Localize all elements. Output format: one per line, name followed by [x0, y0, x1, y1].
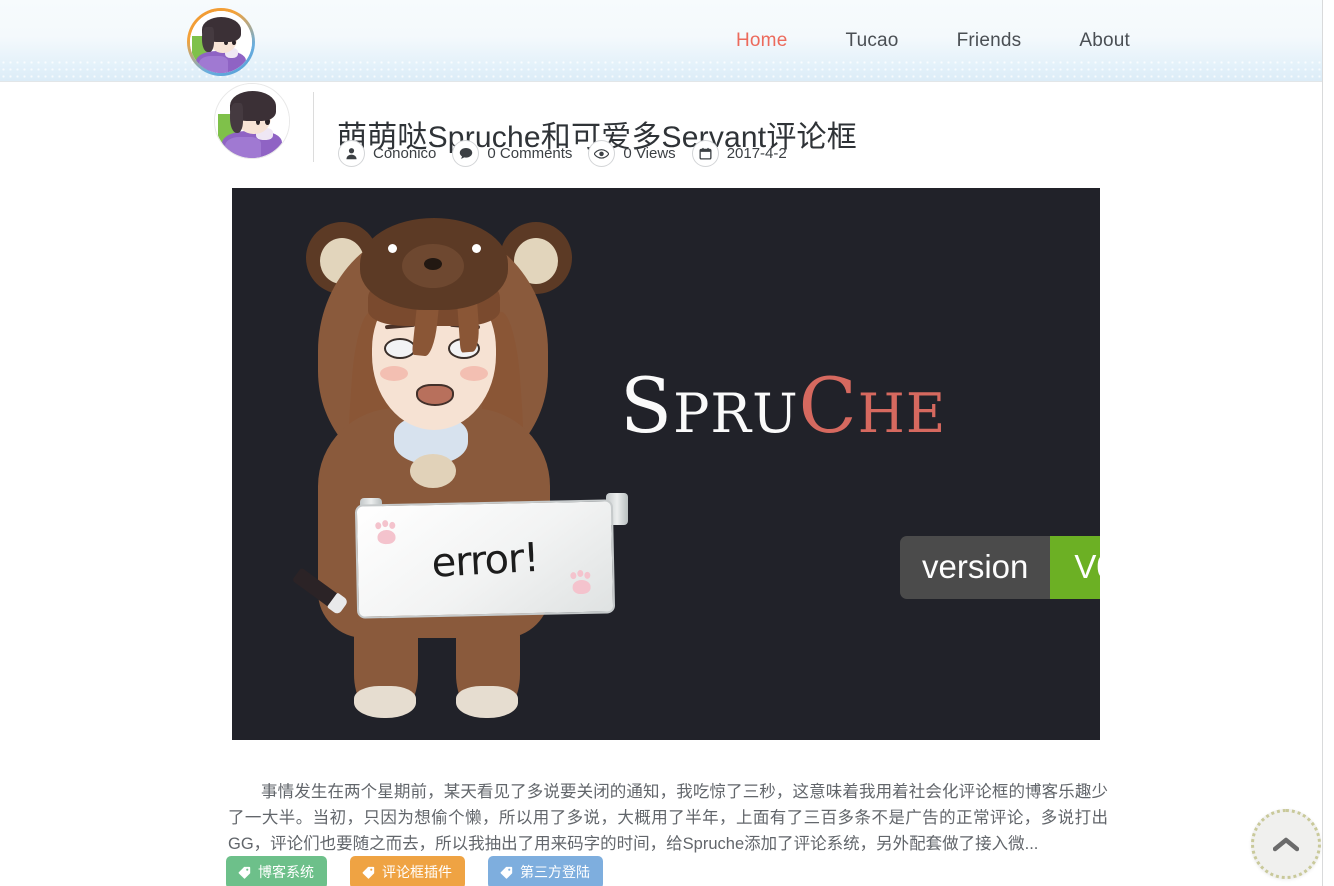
post-tag-comment-plugin[interactable]: 评论框插件	[350, 856, 465, 886]
post-tag-list: 博客系统 评论框插件 第三方登陆	[226, 856, 603, 886]
nav-item-about[interactable]: About	[1050, 0, 1159, 82]
viewport-right-edge	[1322, 0, 1323, 886]
post-tag-label: 博客系统	[258, 864, 314, 880]
comment-icon	[452, 140, 480, 167]
post-tag-blog-system[interactable]: 博客系统	[226, 856, 327, 886]
calendar-icon	[691, 140, 719, 167]
eye-icon	[588, 140, 616, 167]
error-sign: error!	[354, 499, 616, 619]
post-header-divider	[313, 92, 314, 162]
error-sign-text: error!	[430, 534, 540, 587]
post-author-avatar-art	[215, 84, 289, 158]
page-root: Home Tucao Friends About 萌萌哒Spruche和可爱多S…	[0, 0, 1334, 886]
mascot-illustration: error!	[284, 208, 628, 718]
chevron-up-icon	[1273, 837, 1299, 852]
brand-avatar-art	[190, 11, 252, 73]
meta-date-text: 2017-4-2	[726, 145, 787, 162]
meta-comments-text: 0 Comments	[487, 145, 573, 162]
post-tag-label: 第三方登陆	[520, 864, 590, 880]
nav-item-friends[interactable]: Friends	[928, 0, 1051, 82]
brand-avatar-image	[190, 11, 252, 73]
post-meta: Cononico 0 Comments 0 Views 2017-4-2	[338, 140, 803, 167]
logo-letter-c: C	[798, 361, 858, 450]
post-excerpt: 事情发生在两个星期前，某天看见了多说要关闭的通知，我吃惊了三秒，这意味着我用着社…	[228, 782, 1108, 853]
version-value: V0.1.0	[1050, 536, 1100, 599]
post-author-avatar[interactable]	[214, 83, 290, 159]
meta-author-text: Cononico	[373, 145, 437, 162]
logo-letters-pru: PRU	[673, 382, 799, 445]
post-featured-image[interactable]: error! SPRUCHE version V0.1.0	[232, 188, 1100, 740]
tag-icon	[362, 866, 375, 879]
post-tag-third-party-login[interactable]: 第三方登陆	[488, 856, 603, 886]
meta-comments[interactable]: 0 Comments	[452, 140, 572, 167]
logo-letter-s: S	[620, 361, 674, 450]
user-icon	[338, 140, 365, 167]
spruche-logo: SPRUCHE version V0.1.0	[620, 368, 1100, 599]
nav-item-home[interactable]: Home	[707, 0, 816, 82]
main-navigation: Home Tucao Friends About	[707, 0, 1159, 82]
meta-author[interactable]: Cononico	[338, 140, 436, 167]
tag-icon	[238, 866, 251, 879]
version-badge: version V0.1.0	[900, 536, 1100, 599]
meta-views-text: 0 Views	[623, 145, 676, 162]
brand-avatar[interactable]	[187, 8, 255, 76]
nav-item-tucao[interactable]: Tucao	[816, 0, 927, 82]
post-tag-label: 评论框插件	[382, 864, 452, 880]
logo-letters-he: HE	[857, 382, 947, 445]
tag-icon	[500, 866, 513, 879]
back-to-top-button[interactable]	[1251, 809, 1321, 879]
version-label: version	[900, 536, 1051, 599]
meta-date: 2017-4-2	[691, 140, 787, 167]
meta-views: 0 Views	[588, 140, 676, 167]
